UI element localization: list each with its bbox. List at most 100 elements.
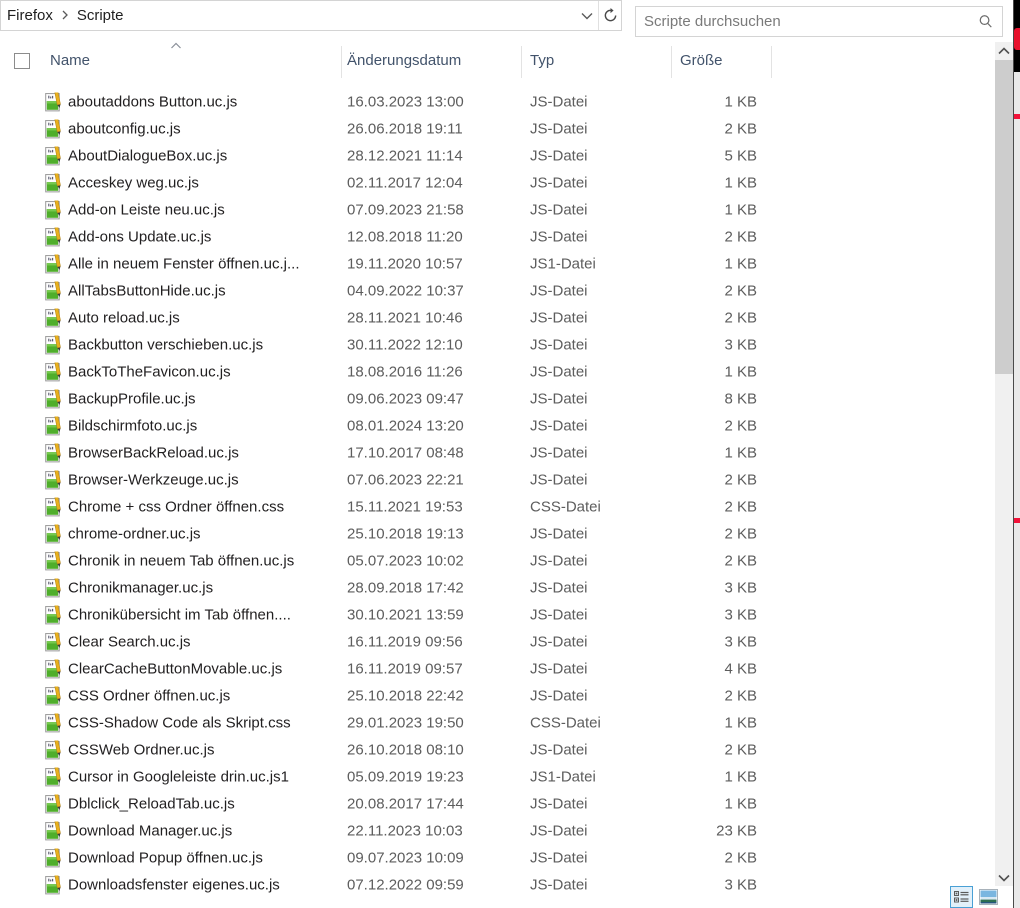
table-row[interactable]: AboutDialogueBox.uc.js 28.12.2021 11:14 … — [0, 142, 995, 169]
table-row[interactable]: CSS-Shadow Code als Skript.css 29.01.202… — [0, 709, 995, 736]
file-date: 05.09.2019 19:23 — [347, 768, 464, 785]
column-header-size[interactable]: Größe — [680, 52, 723, 69]
file-size: 2 KB — [724, 471, 757, 488]
select-all-checkbox[interactable] — [14, 53, 30, 69]
file-name: aboutconfig.uc.js — [68, 120, 181, 137]
file-name: Clear Search.uc.js — [68, 633, 191, 650]
table-row[interactable]: Chronikübersicht im Tab öffnen.... 30.10… — [0, 601, 995, 628]
table-row[interactable]: BackupProfile.uc.js 09.06.2023 09:47 JS-… — [0, 385, 995, 412]
file-type: JS-Datei — [530, 741, 588, 758]
table-row[interactable]: Clear Search.uc.js 16.11.2019 09:56 JS-D… — [0, 628, 995, 655]
table-row[interactable]: Backbutton verschieben.uc.js 30.11.2022 … — [0, 331, 995, 358]
vertical-scrollbar[interactable] — [995, 42, 1013, 886]
search-box[interactable] — [635, 6, 1003, 37]
breadcrumb-item-firefox[interactable]: Firefox — [1, 7, 59, 24]
table-row[interactable]: BackToTheFavicon.uc.js 18.08.2016 11:26 … — [0, 358, 995, 385]
file-name: Auto reload.uc.js — [68, 309, 180, 326]
details-view-button[interactable] — [950, 886, 973, 908]
file-list: aboutaddons Button.uc.js 16.03.2023 13:0… — [0, 88, 995, 908]
table-row[interactable]: Download Popup öffnen.uc.js 09.07.2023 1… — [0, 844, 995, 871]
table-row[interactable]: Chrome + css Ordner öffnen.css 15.11.202… — [0, 493, 995, 520]
file-size: 1 KB — [724, 444, 757, 461]
background-window-edge — [1013, 0, 1020, 908]
column-header-date[interactable]: Änderungsdatum — [347, 52, 461, 69]
scrollbar-up-button[interactable] — [995, 42, 1013, 59]
table-row[interactable]: CSSWeb Ordner.uc.js 26.10.2018 08:10 JS-… — [0, 736, 995, 763]
table-row[interactable]: Add-ons Update.uc.js 12.08.2018 11:20 JS… — [0, 223, 995, 250]
table-row[interactable]: aboutaddons Button.uc.js 16.03.2023 13:0… — [0, 88, 995, 115]
column-header-type[interactable]: Typ — [530, 52, 554, 69]
file-name: BackupProfile.uc.js — [68, 390, 196, 407]
file-name: AboutDialogueBox.uc.js — [68, 147, 228, 164]
file-size: 2 KB — [724, 552, 757, 569]
file-size: 1 KB — [724, 714, 757, 731]
table-row[interactable]: ClearCacheButtonMovable.uc.js 16.11.2019… — [0, 655, 995, 682]
table-row[interactable]: Auto reload.uc.js 28.11.2021 10:46 JS-Da… — [0, 304, 995, 331]
table-row[interactable]: Chronik in neuem Tab öffnen.uc.js 05.07.… — [0, 547, 995, 574]
table-row[interactable]: Download Manager.uc.js 22.11.2023 10:03 … — [0, 817, 995, 844]
file-size: 1 KB — [724, 201, 757, 218]
file-date: 29.01.2023 19:50 — [347, 714, 464, 731]
table-row[interactable]: Dblclick_ReloadTab.uc.js 20.08.2017 17:4… — [0, 790, 995, 817]
address-bar[interactable]: Firefox Scripte — [0, 0, 622, 31]
details-view-icon — [954, 891, 969, 903]
script-file-icon — [45, 281, 62, 300]
table-row[interactable]: Alle in neuem Fenster öffnen.uc.j... 19.… — [0, 250, 995, 277]
script-file-icon — [45, 497, 62, 516]
table-row[interactable]: Add-on Leiste neu.uc.js 07.09.2023 21:58… — [0, 196, 995, 223]
thumbnail-view-button[interactable] — [977, 886, 1000, 908]
refresh-button[interactable] — [599, 1, 621, 30]
file-size: 2 KB — [724, 228, 757, 245]
file-type: JS-Datei — [530, 120, 588, 137]
script-file-icon — [45, 551, 62, 570]
file-date: 28.09.2018 17:42 — [347, 579, 464, 596]
table-row[interactable]: Cursor in Googleleiste drin.uc.js1 05.09… — [0, 763, 995, 790]
table-row[interactable]: AllTabsButtonHide.uc.js 04.09.2022 10:37… — [0, 277, 995, 304]
column-resize-handle[interactable] — [671, 46, 672, 78]
file-name: BackToTheFavicon.uc.js — [68, 363, 231, 380]
file-size: 4 KB — [724, 660, 757, 677]
file-size: 1 KB — [724, 768, 757, 785]
file-name: Add-ons Update.uc.js — [68, 228, 212, 245]
table-row[interactable]: chrome-ordner.uc.js 25.10.2018 19:13 JS-… — [0, 520, 995, 547]
file-name: Chronik in neuem Tab öffnen.uc.js — [68, 552, 295, 569]
table-row[interactable]: Downloadsfenster eigenes.uc.js 07.12.202… — [0, 871, 995, 898]
column-resize-handle[interactable] — [341, 46, 342, 78]
table-row[interactable]: CSS Ordner öffnen.uc.js 25.10.2018 22:42… — [0, 682, 995, 709]
chevron-down-icon — [581, 12, 593, 19]
table-row[interactable]: Browser-Werkzeuge.uc.js 07.06.2023 22:21… — [0, 466, 995, 493]
file-name: BrowserBackReload.uc.js — [68, 444, 239, 461]
file-name: CSS Ordner öffnen.uc.js — [68, 687, 231, 704]
scrollbar-thumb[interactable] — [995, 60, 1013, 374]
file-type: CSS-Datei — [530, 714, 601, 731]
file-name: AllTabsButtonHide.uc.js — [68, 282, 226, 299]
breadcrumb-item-scripte[interactable]: Scripte — [71, 7, 130, 24]
table-row[interactable]: BrowserBackReload.uc.js 17.10.2017 08:48… — [0, 439, 995, 466]
file-size: 23 KB — [716, 822, 757, 839]
search-input[interactable] — [636, 7, 968, 36]
file-name: Chronikübersicht im Tab öffnen.... — [68, 606, 291, 623]
file-type: JS-Datei — [530, 444, 588, 461]
column-resize-handle[interactable] — [521, 46, 522, 78]
file-name: Download Manager.uc.js — [68, 822, 233, 839]
file-type: JS-Datei — [530, 336, 588, 353]
column-header-name[interactable]: Name — [50, 52, 90, 69]
file-type: JS-Datei — [530, 876, 588, 893]
table-row[interactable]: Bildschirmfoto.uc.js 08.01.2024 13:20 JS… — [0, 412, 995, 439]
edge-red-marker — [1014, 114, 1020, 119]
table-row[interactable]: Acceskey weg.uc.js 02.11.2017 12:04 JS-D… — [0, 169, 995, 196]
address-dropdown-button[interactable] — [576, 1, 598, 30]
file-date: 12.08.2018 11:20 — [347, 228, 463, 245]
table-row[interactable]: Chronikmanager.uc.js 28.09.2018 17:42 JS… — [0, 574, 995, 601]
file-type: CSS-Datei — [530, 498, 601, 515]
file-size: 2 KB — [724, 417, 757, 434]
file-size: 3 KB — [724, 579, 757, 596]
table-row[interactable]: aboutconfig.uc.js 26.06.2018 19:11 JS-Da… — [0, 115, 995, 142]
file-date: 09.06.2023 09:47 — [347, 390, 464, 407]
script-file-icon — [45, 443, 62, 462]
column-resize-handle[interactable] — [771, 46, 772, 78]
file-size: 3 KB — [724, 336, 757, 353]
scrollbar-down-button[interactable] — [995, 869, 1013, 886]
script-file-icon — [45, 335, 62, 354]
script-file-icon — [45, 875, 62, 894]
